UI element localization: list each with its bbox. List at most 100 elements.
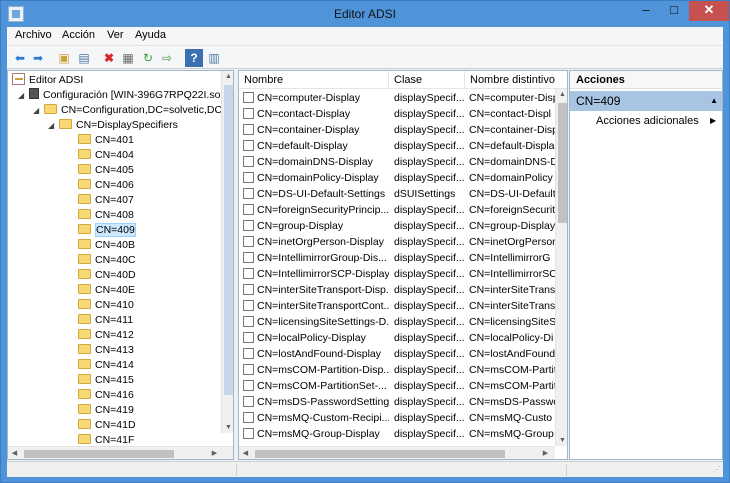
menu-ayuda[interactable]: Ayuda (135, 29, 166, 41)
list-row[interactable]: CN=foreignSecurityPrincip... displaySpeci… (239, 202, 555, 218)
tree-display-specifiers[interactable]: ◢ CN=DisplaySpecifiers (48, 118, 178, 133)
list-row[interactable]: CN=DS-UI-Default-Settings dSUISettings CN=… (239, 186, 555, 202)
minimize-button[interactable]: – (633, 1, 659, 21)
tree-vertical-scrollbar[interactable]: ▲ ▼ (221, 71, 233, 433)
cell-nombre-distintivo: CN=domainPolicy (469, 170, 555, 186)
column-header-clase[interactable]: Clase (389, 71, 465, 89)
menu-ver[interactable]: Ver (107, 29, 124, 41)
scroll-down-arrow[interactable]: ▼ (222, 424, 233, 431)
scroll-left-arrow[interactable]: ◀ (8, 449, 21, 457)
tree-item[interactable]: CN=419 (78, 403, 134, 418)
scroll-thumb[interactable] (24, 450, 174, 458)
cell-nombre-distintivo: CN=DS-UI-Default (469, 186, 555, 202)
list-row[interactable]: CN=default-Display displaySpecif... CN=def… (239, 138, 555, 154)
tree-item[interactable]: CN=411 (78, 313, 133, 328)
column-header-nombre[interactable]: Nombre (239, 71, 389, 89)
tree-item[interactable]: CN=415 (78, 373, 134, 388)
cell-nombre-distintivo: CN=msCOM-Partit (469, 378, 555, 394)
actions-group-header[interactable]: CN=409 ▲ (570, 91, 722, 111)
scroll-thumb[interactable] (558, 103, 567, 223)
list-row[interactable]: CN=msCOM-Partition-Disp... displaySpecif.… (239, 362, 555, 378)
scroll-up-arrow[interactable]: ▲ (222, 73, 233, 80)
tree-item[interactable]: CN=413 (78, 343, 134, 358)
list-horizontal-scrollbar[interactable]: ◀ ▶ (239, 446, 555, 459)
tree-item[interactable]: CN=406 (78, 178, 134, 193)
tree-item[interactable]: CN=414 (78, 358, 134, 373)
forward-icon[interactable]: ➡ (29, 49, 47, 67)
properties-icon[interactable]: ▦ (119, 49, 137, 67)
list-row[interactable]: CN=localPolicy-Display displaySpecif... CN… (239, 330, 554, 346)
scroll-right-arrow[interactable]: ▶ (539, 449, 552, 457)
collapse-icon[interactable]: ◢ (18, 88, 27, 103)
scroll-thumb[interactable] (255, 450, 505, 458)
tree-item-label: CN=414 (95, 359, 134, 371)
list-vertical-scrollbar[interactable]: ▲ ▼ (555, 89, 567, 446)
cell-text: CN=inetOrgPerson (469, 236, 555, 248)
column-header-nombre-distintivo[interactable]: Nombre distintivo (465, 71, 567, 89)
scroll-left-arrow[interactable]: ◀ (239, 449, 252, 457)
tree-item[interactable]: CN=416 (78, 388, 134, 403)
tree-configuration-dn[interactable]: ◢ CN=Configuration,DC=solvetic,DC= (33, 103, 228, 118)
list-row[interactable]: CN=licensingSiteSettings-D... displaySpec… (239, 314, 555, 330)
scroll-down-arrow[interactable]: ▼ (556, 437, 567, 444)
cell-nombre-distintivo: CN=msMQ-Group (469, 426, 555, 442)
list-row[interactable]: CN=group-Display displaySpecif... CN=group… (239, 218, 555, 234)
close-button[interactable]: ✕ (689, 1, 729, 21)
help-icon[interactable]: ? (185, 49, 203, 67)
tree-item[interactable]: CN=412 (78, 328, 134, 343)
tree-item[interactable]: CN=409 (78, 223, 136, 238)
list-row[interactable]: CN=msDS-PasswordSetting... displaySpecif.… (239, 394, 555, 410)
title-bar[interactable]: Editor ADSI – □ ✕ (1, 1, 729, 27)
actions-pane: Acciones CN=409 ▲ Acciones adicionales ▶ (569, 70, 723, 460)
list-row[interactable]: CN=domainPolicy-Display displaySpecif... C… (239, 170, 554, 186)
list-row[interactable]: CN=inetOrgPerson-Display displaySpecif...… (239, 234, 555, 250)
scroll-up-arrow[interactable]: ▲ (556, 91, 567, 98)
cell-text: displaySpecif... (394, 428, 465, 440)
tree-item[interactable]: CN=408 (78, 208, 134, 223)
list-row[interactable]: CN=IntellimirrorGroup-Dis... displaySpeci… (239, 250, 554, 266)
scroll-right-arrow[interactable]: ▶ (208, 449, 221, 457)
list-row[interactable]: CN=IntellimirrorSCP-Display displaySpecif… (239, 266, 555, 282)
tree-item[interactable]: CN=41D (78, 418, 136, 433)
refresh-icon[interactable]: ↻ (139, 49, 157, 67)
menu-accion[interactable]: Acción (62, 29, 95, 41)
up-folder-icon[interactable]: ▣ (55, 49, 73, 67)
list-row[interactable]: CN=contact-Display displaySpecif... CN=con… (239, 106, 554, 122)
tree-item[interactable]: CN=40C (78, 253, 136, 268)
list-row[interactable]: CN=interSiteTransportCont... displaySpeci… (239, 298, 555, 314)
menu-archivo[interactable]: Archivo (15, 29, 52, 41)
list-row[interactable]: CN=msMQ-Group-Display displaySpecif... CN=… (239, 426, 554, 442)
list-row[interactable]: CN=domainDNS-Display displaySpecif... CN=d… (239, 154, 555, 170)
tree-horizontal-scrollbar[interactable]: ◀ ▶ (8, 446, 233, 459)
delete-icon[interactable]: ✖ (100, 49, 118, 67)
tree-root[interactable]: Editor ADSI (12, 73, 83, 88)
tree-item[interactable]: CN=40B (78, 238, 135, 253)
back-icon[interactable]: ⬅ (11, 49, 29, 67)
scroll-thumb[interactable] (224, 85, 233, 395)
list-row[interactable]: CN=computer-Display displaySpecif... CN=co… (239, 90, 555, 106)
tree-item[interactable]: CN=401 (78, 133, 134, 148)
tree-item[interactable]: CN=40D (78, 268, 136, 283)
tree-item[interactable]: CN=407 (78, 193, 134, 208)
cell-clase: displaySpecif... (394, 122, 466, 138)
export-icon[interactable]: ⇨ (158, 49, 176, 67)
list-row[interactable]: CN=lostAndFound-Display displaySpecif... C… (239, 346, 555, 362)
view-icon[interactable]: ▥ (205, 49, 223, 67)
show-tree-icon[interactable]: ▤ (75, 49, 93, 67)
collapse-icon[interactable]: ◢ (33, 103, 42, 118)
tree-item[interactable]: CN=40E (78, 283, 135, 298)
tree-config-node[interactable]: ◢ Configuración [WIN-396G7RPQ22I.solve (18, 88, 233, 103)
collapse-icon[interactable]: ◢ (48, 118, 57, 133)
resize-grip-icon[interactable]: ⋰ (713, 465, 721, 474)
collapse-up-icon[interactable]: ▲ (710, 91, 718, 111)
maximize-button[interactable]: □ (661, 1, 687, 21)
list-row[interactable]: CN=msMQ-Custom-Recipi... displaySpecif...… (239, 410, 554, 426)
list-row[interactable]: CN=interSiteTransport-Disp... displaySpec… (239, 282, 555, 298)
tree-item[interactable]: CN=410 (78, 298, 134, 313)
tree-item[interactable]: CN=404 (78, 148, 134, 163)
list-row[interactable]: CN=container-Display displaySpecif... CN=c… (239, 122, 555, 138)
folder-icon (78, 419, 91, 429)
list-row[interactable]: CN=msCOM-PartitionSet-... displaySpecif..… (239, 378, 555, 394)
tree-item[interactable]: CN=405 (78, 163, 134, 178)
action-additional-actions[interactable]: Acciones adicionales (596, 113, 699, 129)
